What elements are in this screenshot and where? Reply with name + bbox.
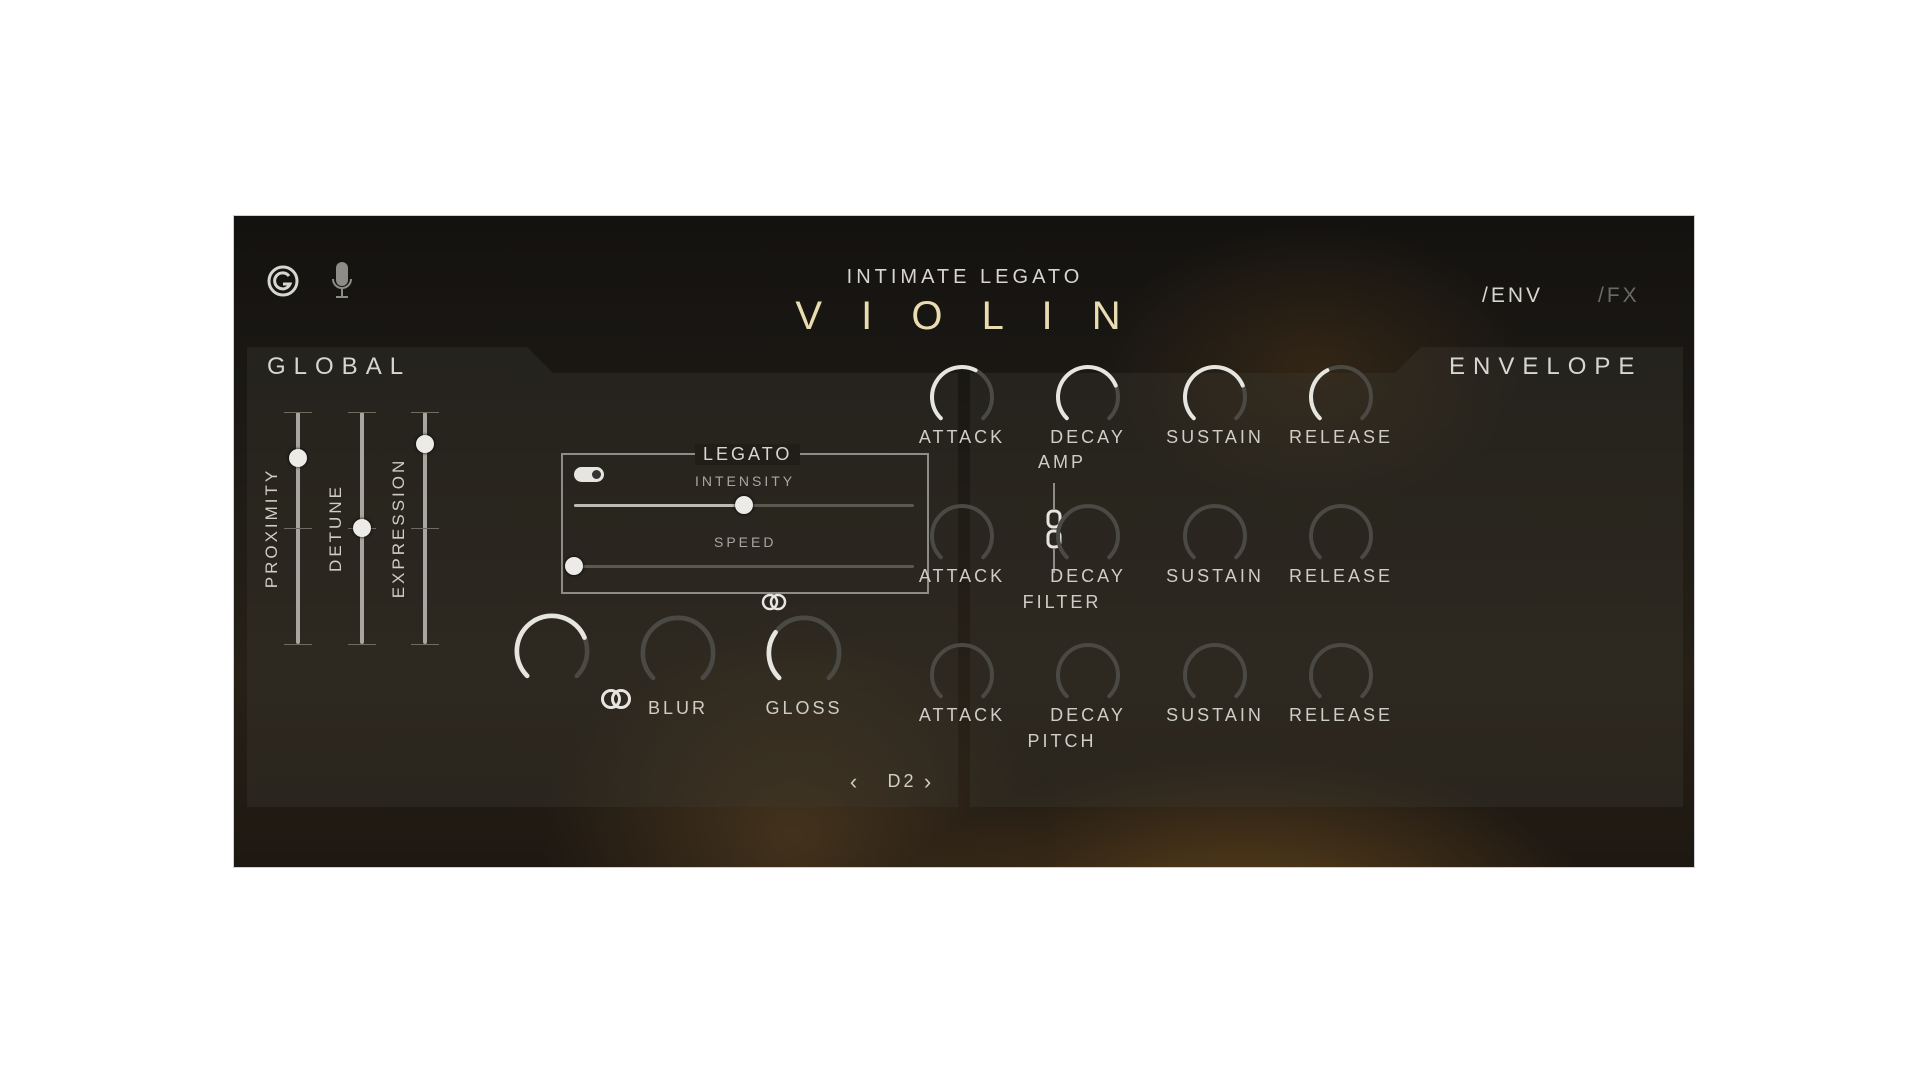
- knob-dial[interactable]: [511, 610, 593, 692]
- fader-tick: [348, 644, 376, 645]
- envelope-knob-label: DECAY: [1050, 705, 1126, 725]
- envelope-knob-label: ATTACK: [918, 566, 1006, 586]
- knob-dial[interactable]: [1306, 501, 1376, 571]
- envelope-knob-label: SUSTAIN: [1166, 566, 1264, 586]
- header-title: V I O L I N: [795, 294, 1135, 338]
- envelope-row-label: PITCH: [1027, 731, 1097, 751]
- knob-label: BLUR: [647, 698, 708, 718]
- tab-env[interactable]: /ENV: [1482, 284, 1543, 308]
- speed-slider-thumb[interactable]: [565, 557, 583, 575]
- knob-dial[interactable]: [1180, 362, 1250, 432]
- envelope-knob-label: ATTACK: [918, 427, 1006, 447]
- knob-dial[interactable]: [1180, 501, 1250, 571]
- knob-dial[interactable]: [1306, 640, 1376, 710]
- fader-tick: [411, 528, 439, 529]
- double-ring-icon[interactable]: [760, 593, 788, 611]
- knob-dial[interactable]: [927, 640, 997, 710]
- envelope-knob-label: ATTACK: [918, 705, 1006, 725]
- fader-label: PROXIMITY: [262, 467, 281, 589]
- knob-dial[interactable]: [763, 612, 845, 694]
- knob-dial[interactable]: [1053, 362, 1123, 432]
- fader-tick: [284, 412, 312, 413]
- envelope-knob-label: SUSTAIN: [1166, 705, 1264, 725]
- header-subtitle: INTIMATE LEGATO: [846, 266, 1084, 288]
- fader-tick: [411, 412, 439, 413]
- fader-tick: [348, 412, 376, 413]
- plugin-window: INTIMATE LEGATO V I O L I N /ENV /FX GLO…: [233, 215, 1695, 868]
- knob-dial[interactable]: [1180, 640, 1250, 710]
- legato-title: LEGATO: [695, 444, 801, 465]
- knob-label: GLOSS: [765, 698, 843, 718]
- knob-dial[interactable]: [1053, 640, 1123, 710]
- fader-thumb[interactable]: [353, 519, 371, 537]
- note-prev-button[interactable]: ‹: [845, 769, 865, 795]
- knob-dial[interactable]: [927, 501, 997, 571]
- intensity-slider-thumb[interactable]: [735, 496, 753, 514]
- intensity-fill: [574, 504, 744, 507]
- speed-track: [574, 565, 914, 568]
- envelope-knob-label: RELEASE: [1288, 705, 1394, 725]
- envelope-knob-label: SUSTAIN: [1166, 427, 1264, 447]
- fader-tick: [411, 644, 439, 645]
- knob-dial[interactable]: [637, 612, 719, 694]
- global-title: GLOBAL: [267, 353, 412, 380]
- note-next-button[interactable]: ›: [919, 769, 939, 795]
- envelope-row-label: FILTER: [1022, 592, 1102, 612]
- envelope-knob-label: DECAY: [1050, 566, 1126, 586]
- knob-dial[interactable]: [1306, 362, 1376, 432]
- envelope-knob-label: RELEASE: [1288, 566, 1394, 586]
- envelope-knob-label: DECAY: [1050, 427, 1126, 447]
- fader-label: EXPRESSION: [389, 457, 408, 599]
- knob-dial[interactable]: [927, 362, 997, 432]
- speed-label: SPEED: [714, 534, 777, 550]
- envelope-row-label: AMP: [1037, 452, 1086, 472]
- fader-tick: [284, 528, 312, 529]
- knob-dial[interactable]: [1053, 501, 1123, 571]
- legato-toggle[interactable]: [574, 467, 604, 482]
- envelope-title: ENVELOPE: [1449, 353, 1643, 380]
- envelope-knob-label: RELEASE: [1288, 427, 1394, 447]
- fader-label: DETUNE: [326, 484, 345, 572]
- fader-tick: [284, 644, 312, 645]
- intensity-label: INTENSITY: [695, 473, 796, 489]
- tab-fx[interactable]: /FX: [1598, 284, 1640, 308]
- toggle-knob: [592, 470, 601, 479]
